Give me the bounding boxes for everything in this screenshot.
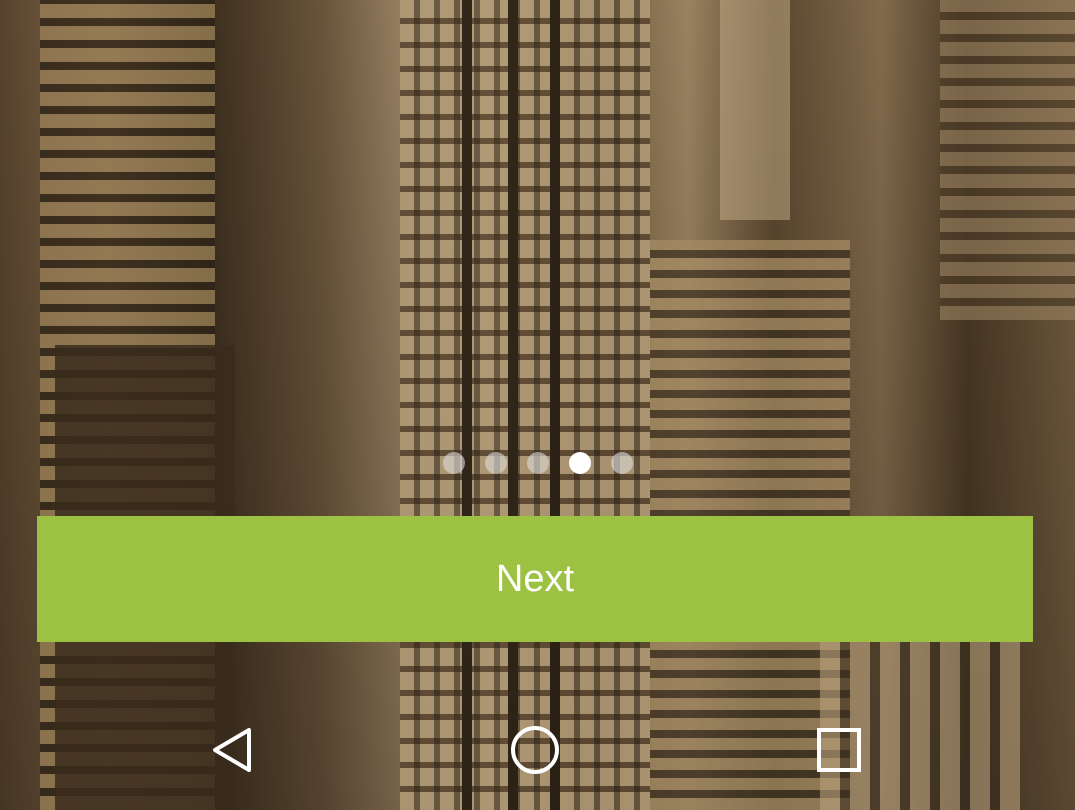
navigation-bar <box>0 700 1075 800</box>
page-dot[interactable] <box>526 452 549 474</box>
page-dot[interactable] <box>484 452 507 474</box>
page-dot[interactable] <box>442 452 465 474</box>
next-button[interactable]: Next <box>37 516 1033 642</box>
central-tower <box>400 0 650 810</box>
back-triangle-icon[interactable] <box>205 722 261 778</box>
page-dot-active[interactable] <box>568 452 591 474</box>
page-dot[interactable] <box>610 452 633 474</box>
home-circle-icon[interactable] <box>507 722 563 778</box>
building <box>720 0 790 220</box>
page-indicator <box>0 452 1075 474</box>
recent-apps-square-icon[interactable] <box>811 722 867 778</box>
building <box>940 0 1075 320</box>
background-photo <box>0 0 1075 810</box>
